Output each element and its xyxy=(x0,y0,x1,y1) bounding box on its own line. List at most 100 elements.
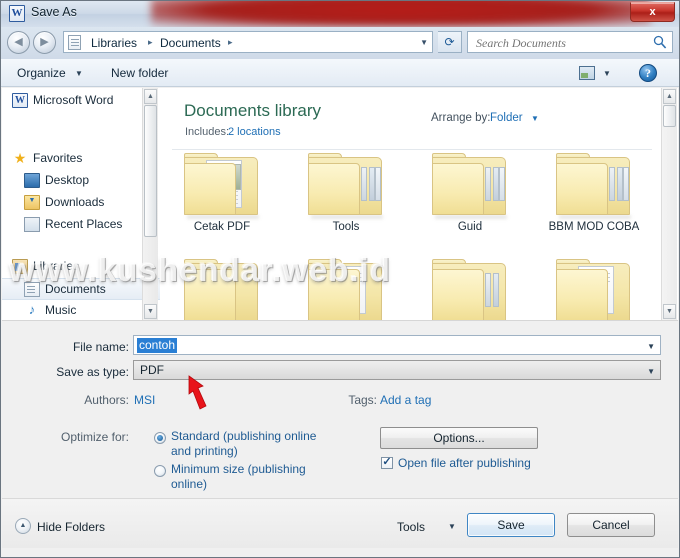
folder-icon xyxy=(184,259,258,320)
sidebar-item-documents[interactable]: Documents xyxy=(2,278,160,300)
breadcrumb-libraries[interactable]: Libraries xyxy=(91,36,137,50)
radio-standard-label[interactable]: Standard (publishing online and printing… xyxy=(171,429,321,459)
chevron-down-icon[interactable]: ▼ xyxy=(647,342,655,351)
list-item[interactable]: Tools xyxy=(284,151,408,263)
sidebar-item-label: Microsoft Word xyxy=(33,93,114,107)
star-icon: ★ xyxy=(13,150,27,166)
cancel-button[interactable]: Cancel xyxy=(567,513,655,537)
chevron-up-icon[interactable]: ▲ xyxy=(15,518,31,534)
back-button[interactable]: ◀ xyxy=(7,31,30,54)
address-breadcrumb-bar[interactable]: Libraries ▸ Documents ▸ ▼ xyxy=(63,31,433,53)
folder-icon xyxy=(432,153,507,219)
chevron-down-icon[interactable]: ▼ xyxy=(75,69,83,78)
command-bar: Organize ▼ New folder ▼ ? xyxy=(1,59,679,87)
libraries-icon xyxy=(12,259,28,274)
folder-name: BBM MOD COBA xyxy=(548,221,640,233)
help-icon[interactable]: ? xyxy=(639,64,657,82)
organize-button[interactable]: Organize xyxy=(17,66,66,80)
breadcrumb-documents[interactable]: Documents xyxy=(160,36,221,50)
forward-button[interactable]: ▶ xyxy=(33,31,56,54)
hide-folders-button[interactable]: Hide Folders xyxy=(37,520,105,534)
list-item[interactable]: Guid xyxy=(408,151,532,263)
music-icon: ♪ xyxy=(28,302,36,317)
folder-icon xyxy=(308,153,383,219)
scroll-up-icon[interactable]: ▲ xyxy=(663,89,676,104)
sidebar-item-downloads[interactable]: Downloads xyxy=(2,192,160,214)
scrollbar-thumb[interactable] xyxy=(663,105,676,127)
optimize-for-label: Optimize for: xyxy=(60,430,129,444)
radio-minimum-size[interactable] xyxy=(154,465,166,477)
title-bar: W Save As x xyxy=(1,1,679,27)
sidebar-item-recent-places[interactable]: Recent Places xyxy=(2,214,160,236)
chevron-down-icon[interactable]: ▼ xyxy=(448,522,456,531)
view-layout-icon[interactable] xyxy=(579,66,595,80)
open-file-after-publishing-checkbox[interactable] xyxy=(381,455,393,469)
breadcrumb-separator: ▸ xyxy=(148,37,153,47)
desktop-icon xyxy=(24,173,40,188)
chevron-down-icon[interactable]: ▼ xyxy=(647,367,655,376)
new-folder-button[interactable]: New folder xyxy=(111,66,168,80)
tools-button[interactable]: Tools xyxy=(397,520,425,534)
authors-label: Authors: xyxy=(84,393,129,407)
sidebar-item-desktop[interactable]: Desktop xyxy=(2,170,160,192)
sidebar-item-favorites[interactable]: ★ Favorites xyxy=(2,148,160,170)
sidebar-item-label: Music xyxy=(45,303,77,317)
radio-standard[interactable] xyxy=(154,432,166,444)
sidebar-item-microsoft-word[interactable]: W Microsoft Word xyxy=(2,90,160,112)
sidebar-item-libraries[interactable]: Libraries xyxy=(2,256,160,278)
add-a-tag-link[interactable]: Add a tag xyxy=(380,393,431,407)
search-input[interactable] xyxy=(474,35,644,52)
file-name-label: File name: xyxy=(72,340,129,354)
refresh-icon[interactable]: ⟳ xyxy=(438,31,462,53)
search-icon xyxy=(653,35,667,49)
library-title: Documents library xyxy=(184,101,321,120)
authors-value[interactable]: MSI xyxy=(134,393,155,407)
navigation-pane-scrollbar[interactable]: ▲ ▼ xyxy=(142,88,158,320)
sidebar-item-music[interactable]: ♪ Music xyxy=(2,300,160,320)
close-icon[interactable]: x xyxy=(630,2,675,22)
forward-chevron-icon: ▶ xyxy=(40,36,49,48)
options-button[interactable]: Options... xyxy=(380,427,538,449)
folder-name: Cetak PDF xyxy=(193,221,251,233)
save-as-type-value: PDF xyxy=(140,363,164,377)
list-item[interactable] xyxy=(160,257,284,320)
breadcrumb-separator: ▸ xyxy=(228,37,233,47)
downloads-icon xyxy=(24,195,40,210)
recent-places-icon xyxy=(24,217,40,232)
list-item[interactable] xyxy=(408,257,532,320)
file-list-pane: Documents library Includes: 2 locations … xyxy=(160,88,678,320)
list-item[interactable] xyxy=(532,257,656,320)
folder-icon xyxy=(308,259,382,320)
folder-icon xyxy=(184,153,259,219)
file-list-scrollbar[interactable]: ▲ ▼ xyxy=(661,88,677,320)
folder-name: Tools xyxy=(332,221,360,233)
chevron-down-icon[interactable]: ▼ xyxy=(603,69,611,78)
open-file-after-publishing-label[interactable]: Open file after publishing xyxy=(398,456,531,470)
arrange-by-value[interactable]: Folder xyxy=(490,112,523,124)
scroll-down-icon[interactable]: ▼ xyxy=(663,304,676,319)
file-name-value[interactable]: contoh xyxy=(137,338,178,353)
includes-locations-link[interactable]: 2 locations xyxy=(228,126,281,138)
list-item[interactable]: Cetak PDF xyxy=(160,151,284,263)
save-as-dialog: W Save As x ◀ ▶ Libraries ▸ Documents ▸ … xyxy=(0,0,680,558)
scrollbar-thumb[interactable] xyxy=(144,105,157,237)
save-as-type-select[interactable]: PDF ▼ xyxy=(133,360,661,380)
radio-minimum-size-label[interactable]: Minimum size (publishing online) xyxy=(171,462,321,492)
sidebar-item-label: Favorites xyxy=(33,151,83,165)
folder-icon xyxy=(556,259,630,320)
documents-icon xyxy=(68,35,81,50)
search-box[interactable] xyxy=(467,31,673,53)
save-button[interactable]: Save xyxy=(467,513,555,537)
sidebar-item-label: Libraries xyxy=(33,259,80,273)
chevron-down-icon[interactable]: ▼ xyxy=(420,38,428,47)
list-item[interactable] xyxy=(284,257,408,320)
scroll-down-icon[interactable]: ▼ xyxy=(144,304,157,319)
documents-icon xyxy=(24,282,40,297)
folder-icon xyxy=(432,259,506,320)
save-as-type-label: Save as type: xyxy=(56,365,129,379)
scroll-up-icon[interactable]: ▲ xyxy=(144,89,157,104)
word-icon: W xyxy=(9,5,25,22)
file-name-input[interactable]: contoh ▼ xyxy=(133,335,661,355)
chevron-down-icon[interactable]: ▼ xyxy=(531,114,539,123)
list-item[interactable]: BBM MOD COBA xyxy=(532,151,656,263)
